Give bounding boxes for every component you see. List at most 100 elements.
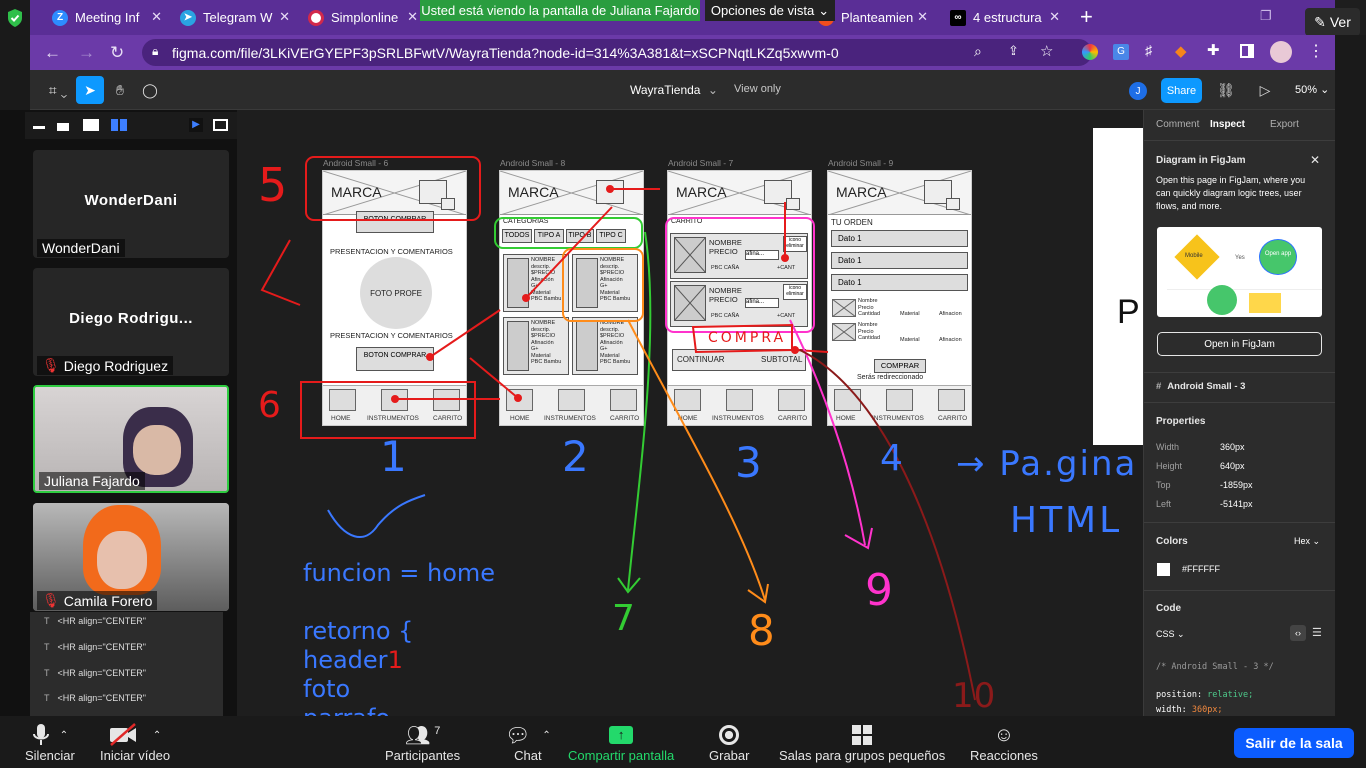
annotation-pseudocode: funcion = home retorno { header1 foto pa… (303, 559, 496, 732)
annotation-number: 2 (562, 432, 589, 481)
muted-mic-icon: 🎙︎ (42, 357, 60, 373)
code-view-icon[interactable]: ‹› (1290, 625, 1306, 641)
annotation-red-box-nav (300, 381, 476, 439)
layer-row[interactable]: T <HR align="CENTER" (44, 616, 146, 626)
person-face (97, 531, 147, 589)
share-screen-button[interactable]: ↑ Compartir pantalla (568, 722, 674, 763)
text-layer-icon: T (44, 693, 50, 703)
property-value[interactable]: 360px (1220, 442, 1245, 452)
annotation-number: 4 (880, 438, 903, 479)
participants-button[interactable]: 👥︎ 7 Participantes (385, 722, 460, 764)
gallery-layout-icon[interactable] (111, 119, 127, 131)
figma-layers-panel: T <HR align="CENTER" T <HR align="CENTER" … (30, 612, 223, 716)
annotation-arrow (789, 319, 866, 546)
minimize-layout-icon[interactable] (33, 126, 45, 129)
video-tile[interactable]: 🎙︎ Camila Forero (33, 503, 229, 611)
popout-icon[interactable] (213, 119, 228, 131)
annotation-text: → Pa.gina (956, 444, 1138, 484)
code-heading: Code (1156, 603, 1181, 614)
property-value[interactable]: 640px (1220, 461, 1245, 471)
annotation-green-box (494, 217, 643, 249)
person-face (133, 425, 181, 475)
record-button[interactable]: Grabar (709, 722, 749, 763)
color-swatch[interactable] (1157, 563, 1170, 576)
chat-button[interactable]: 💬︎ ⌃ Chat (505, 722, 551, 764)
chevron-up-icon[interactable]: ⌃ (60, 730, 68, 741)
participant-name: Juliana Fajardo (44, 473, 140, 489)
mute-button[interactable]: ⌃ Silenciar (25, 722, 75, 763)
annotation-arrowhead (844, 527, 873, 550)
annotation-text: COMPRA (708, 330, 787, 346)
layer-row[interactable]: T <HR align="CENTER" (44, 693, 146, 703)
layer-row[interactable]: T <HR align="CENTER" (44, 642, 146, 652)
participant-name: Camila Forero (63, 592, 153, 609)
leave-meeting-button[interactable]: Salir de la sala (1234, 728, 1354, 758)
property-value[interactable]: -5141px (1220, 499, 1253, 509)
open-in-figjam-button[interactable]: Open in FigJam (1157, 332, 1322, 356)
property-value[interactable]: -1859px (1220, 480, 1253, 490)
properties-heading: Properties (1156, 416, 1206, 427)
chevron-up-icon[interactable]: ⌃ (153, 730, 161, 741)
annotation-arrow (525, 206, 613, 299)
right-window-edge (1335, 35, 1366, 716)
participants-count: 7 (434, 725, 441, 737)
text-layer-icon: T (44, 616, 50, 626)
layer-row[interactable]: T <HR align="CENTER" (44, 668, 146, 678)
annotation-scribble (327, 494, 426, 538)
participant-name: Diego Rodriguez (63, 357, 169, 374)
promo-text: flows, and more. (1156, 201, 1223, 211)
emoji-plus-icon: ☺︎ (993, 723, 1015, 746)
next-page-icon[interactable]: ▶ (189, 118, 203, 132)
reactions-button[interactable]: ☺︎ Reacciones (970, 722, 1038, 764)
annotation-number: 9 (865, 565, 893, 616)
close-icon[interactable]: ✕ (1310, 153, 1320, 167)
share-screen-icon: ↑ (609, 726, 634, 744)
list-view-icon[interactable]: ☰ (1312, 626, 1322, 639)
figjam-preview-image: Mobile Yes Open app (1157, 227, 1322, 317)
text-layer-icon: T (44, 668, 50, 678)
video-layout-switcher: ▶ (25, 112, 237, 139)
colors-heading: Colors (1156, 536, 1188, 547)
video-tile[interactable]: Diego Rodrigu... 🎙︎ Diego Rodriguez (33, 268, 229, 376)
code-comment: /* Android Small - 3 */ (1156, 662, 1274, 672)
frame-icon: # (1156, 381, 1162, 392)
code-language-dropdown[interactable]: CSS ⌄ (1156, 629, 1185, 640)
promo-text: can quickly diagram logic trees, user (1156, 188, 1302, 198)
video-off-icon (109, 723, 136, 746)
small-layout-icon[interactable] (57, 123, 69, 131)
muted-mic-icon: 🎙︎ (42, 592, 60, 608)
tab-comment[interactable]: Comment (1156, 119, 1199, 130)
figjam-toolbar-preview (1167, 289, 1322, 311)
tab-inspect[interactable]: Inspect (1210, 119, 1245, 130)
annotation-arrow (469, 357, 519, 399)
selected-frame-name: # Android Small - 3 (1156, 381, 1246, 392)
text-layer-icon: T (44, 642, 50, 652)
color-value[interactable]: #FFFFFF (1182, 564, 1220, 574)
promo-title: Diagram in FigJam (1156, 155, 1246, 166)
microphone-icon (32, 724, 49, 745)
participant-name: WonderDani (42, 240, 120, 256)
start-video-button[interactable]: ⌃ Iniciar vídeo (100, 722, 170, 763)
figma-inspect-panel: Comment Inspect Export Diagram in FigJam… (1143, 110, 1335, 716)
color-mode-dropdown[interactable]: Hex ⌄ (1294, 536, 1320, 547)
breakout-rooms-button[interactable]: Salas para grupos pequeños (779, 722, 945, 763)
chevron-up-icon[interactable]: ⌃ (542, 730, 550, 741)
annotation-number: 7 (612, 598, 635, 639)
video-tile[interactable]: WonderDani WonderDani (33, 150, 229, 258)
annotation-pink-box (665, 217, 815, 333)
annotation-arrow (627, 231, 652, 591)
breakout-rooms-icon (852, 725, 873, 745)
chat-icon: 💬︎ (505, 724, 531, 747)
annotation-number: 5 (258, 158, 288, 212)
video-tile-active-speaker[interactable]: Juliana Fajardo (33, 385, 229, 493)
promo-text: Open this page in FigJam, where you (1156, 175, 1306, 185)
medium-layout-icon[interactable] (83, 119, 99, 131)
participants-icon: 👥︎ (404, 724, 431, 747)
annotation-arrowhead (747, 583, 769, 604)
record-icon (719, 725, 740, 745)
tab-export[interactable]: Export (1270, 119, 1299, 130)
annotation-scribble (260, 239, 301, 306)
annotation-number: 10 (952, 676, 996, 716)
annotation-text: HTML (1010, 500, 1123, 541)
code-line: position: relative; (1156, 690, 1254, 700)
